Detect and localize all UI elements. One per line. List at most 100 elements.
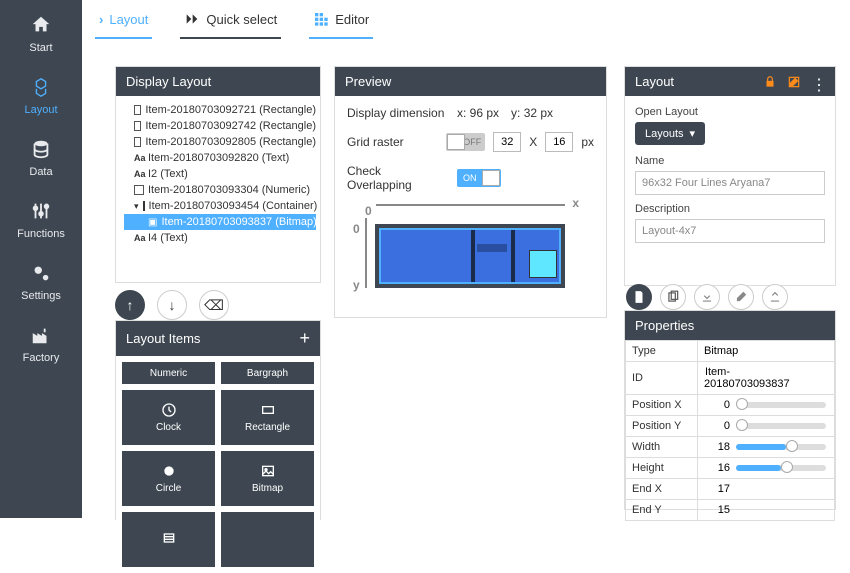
- panel-header: Preview: [335, 67, 606, 96]
- prop-value[interactable]: 15: [698, 500, 835, 521]
- new-button[interactable]: [626, 284, 652, 310]
- file-plus-icon: [632, 290, 646, 304]
- prop-value[interactable]: 18: [698, 437, 835, 458]
- sliders-icon: [30, 200, 52, 222]
- origin-label-y: 0: [353, 222, 360, 236]
- x-label: X: [529, 135, 537, 149]
- menu-icon[interactable]: ⋮: [811, 75, 825, 89]
- prop-key: Position Y: [626, 416, 698, 437]
- slider[interactable]: [736, 423, 826, 429]
- sidebar-item-settings[interactable]: Settings: [0, 248, 82, 310]
- sidebar-item-data[interactable]: Data: [0, 124, 82, 186]
- slider[interactable]: [736, 465, 826, 471]
- tab-editor[interactable]: Editor: [309, 1, 373, 39]
- item-numeric[interactable]: Numeric: [122, 362, 215, 384]
- preview-canvas[interactable]: [375, 224, 565, 288]
- tree-item-label: Item-20180703092742 (Rectangle): [145, 120, 316, 132]
- prop-row: Width18: [626, 437, 835, 458]
- lock-icon[interactable]: [763, 75, 777, 89]
- tree-controls: ↑ ↓ ⌫: [115, 290, 229, 320]
- layout-tree[interactable]: Item-20180703092721 (Rectangle) Item-2018…: [116, 96, 320, 252]
- prop-row: Position Y0: [626, 416, 835, 437]
- sidebar-label: Settings: [21, 290, 61, 302]
- tree-item-label: Item-20180703092820 (Text): [148, 152, 289, 164]
- prop-value[interactable]: 17: [698, 479, 835, 500]
- preview-panel: Preview Display dimension x: 96 pxy: 32 …: [334, 66, 607, 318]
- cubes-icon: [30, 76, 52, 98]
- prop-key: End Y: [626, 500, 698, 521]
- sidebar-label: Start: [29, 42, 52, 54]
- move-down-button[interactable]: ↓: [157, 290, 187, 320]
- properties-panel: Properties TypeBitmapIDItem-201807030938…: [624, 310, 836, 510]
- upload-icon: [768, 290, 782, 304]
- layouts-dropdown[interactable]: Layouts▾: [635, 122, 705, 145]
- caret-icon: ▾: [134, 201, 139, 211]
- item-bargraph[interactable]: Bargraph: [221, 362, 314, 384]
- item-extra2[interactable]: [221, 512, 314, 567]
- tab-label: Quick select: [206, 12, 277, 27]
- tree-item-label: Item-20180703092721 (Rectangle): [145, 104, 316, 116]
- item-circle[interactable]: Circle: [122, 451, 215, 506]
- tree-item[interactable]: AaI2 (Text): [124, 166, 316, 182]
- prop-key: Type: [626, 341, 698, 362]
- text-icon: Aa: [134, 233, 144, 243]
- tab-label: Editor: [335, 12, 369, 27]
- tree-item-label: I4 (Text): [148, 232, 188, 244]
- item-clock[interactable]: Clock: [122, 390, 215, 445]
- dropdown-label: Layouts: [645, 128, 684, 140]
- edit-icon[interactable]: [787, 75, 801, 89]
- sidebar-label: Layout: [24, 104, 57, 116]
- sidebar-item-start[interactable]: Start: [0, 0, 82, 62]
- gears-icon: [30, 262, 52, 284]
- grid-width-input[interactable]: [493, 132, 521, 152]
- prop-value[interactable]: 0: [698, 395, 835, 416]
- toggle-label: OFF: [463, 137, 481, 147]
- toggle-label: ON: [463, 173, 477, 183]
- tree-item[interactable]: Item-20180703092742 (Rectangle): [124, 118, 316, 134]
- grid-toggle[interactable]: OFF: [446, 133, 485, 151]
- download-button[interactable]: [694, 284, 720, 310]
- desc-input[interactable]: [635, 219, 825, 243]
- name-input[interactable]: [635, 171, 825, 195]
- overlap-toggle[interactable]: ON: [457, 169, 501, 187]
- rect-icon: [134, 121, 141, 131]
- delete-button[interactable]: [728, 284, 754, 310]
- tree-item[interactable]: ▣Item-20180703093837 (Bitmap): [124, 214, 316, 230]
- prop-value[interactable]: 16: [698, 458, 835, 479]
- copy-button[interactable]: [660, 284, 686, 310]
- tree-item[interactable]: ▾ Item-20180703093454 (Container): [124, 198, 316, 214]
- prop-value[interactable]: Bitmap: [698, 341, 835, 362]
- topbar: › Layout Quick select Editor: [95, 0, 850, 40]
- item-label: Rectangle: [245, 422, 290, 433]
- sidebar-label: Data: [29, 166, 52, 178]
- tab-layout[interactable]: › Layout: [95, 2, 152, 39]
- origin-label: 0: [365, 204, 372, 218]
- prop-value[interactable]: 0: [698, 416, 835, 437]
- container-icon: [143, 201, 145, 211]
- tree-item[interactable]: AaItem-20180703092820 (Text): [124, 150, 316, 166]
- add-icon[interactable]: +: [299, 328, 310, 349]
- slider[interactable]: [736, 444, 826, 450]
- erase-button[interactable]: ⌫: [199, 290, 229, 320]
- tree-item[interactable]: Item-20180703093304 (Numeric): [124, 182, 316, 198]
- tree-item-label: Item-20180703093454 (Container): [149, 200, 318, 212]
- name-label: Name: [635, 155, 825, 167]
- item-label: Bargraph: [247, 368, 288, 379]
- item-rectangle[interactable]: Rectangle: [221, 390, 314, 445]
- sidebar-item-factory[interactable]: Factory: [0, 310, 82, 372]
- tree-item[interactable]: Aa I4 (Text): [124, 230, 316, 246]
- sidebar-item-layout[interactable]: Layout: [0, 62, 82, 124]
- tree-item[interactable]: Item-20180703092721 (Rectangle): [124, 102, 316, 118]
- prop-key: End X: [626, 479, 698, 500]
- tree-item[interactable]: Item-20180703092805 (Rectangle): [124, 134, 316, 150]
- slider[interactable]: [736, 402, 826, 408]
- layout-items-panel: Layout Items+ Numeric Bargraph Clock Rec…: [115, 320, 321, 520]
- item-bitmap[interactable]: Bitmap: [221, 451, 314, 506]
- prop-value[interactable]: Item-20180703093837: [698, 362, 835, 395]
- upload-button[interactable]: [762, 284, 788, 310]
- grid-height-input[interactable]: [545, 132, 573, 152]
- item-extra1[interactable]: [122, 512, 215, 567]
- tab-quickselect[interactable]: Quick select: [180, 1, 281, 39]
- move-up-button[interactable]: ↑: [115, 290, 145, 320]
- sidebar-item-functions[interactable]: Functions: [0, 186, 82, 248]
